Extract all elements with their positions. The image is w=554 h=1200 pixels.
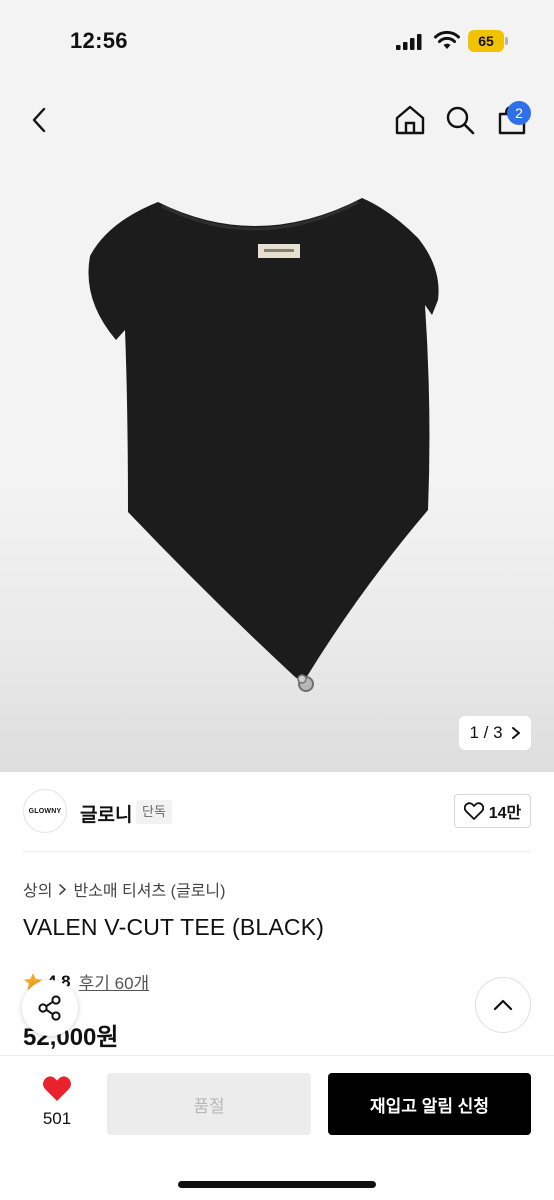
wifi-icon: [434, 30, 460, 49]
gallery-pager[interactable]: 1 / 3: [459, 716, 531, 750]
review-count-link[interactable]: 후기 60개: [79, 969, 150, 994]
chevron-left-icon: [32, 107, 46, 133]
chevron-right-icon: [511, 727, 520, 739]
product-title: VALEN V-CUT TEE (BLACK): [23, 914, 325, 940]
heart-filled-icon: [42, 1076, 72, 1101]
restock-alert-label: 재입고 알림 신청: [370, 1096, 489, 1116]
heart-outline-icon: [463, 802, 484, 820]
restock-alert-button[interactable]: 재입고 알림 신청: [328, 1073, 531, 1135]
back-button[interactable]: [18, 98, 62, 142]
breadcrumb-subcategory[interactable]: 반소매 티셔츠 (글로니): [73, 877, 225, 901]
cart-count-badge: 2: [507, 101, 531, 125]
status-bar: 12:56 65: [0, 0, 554, 80]
brand-logo-text: GLOWNY: [28, 807, 62, 815]
wish-button[interactable]: 501: [34, 1075, 80, 1129]
brand-like-button[interactable]: 14만: [454, 794, 531, 828]
breadcrumb-chevron-icon: [59, 883, 67, 895]
share-button[interactable]: [22, 980, 78, 1036]
home-button[interactable]: [388, 98, 432, 142]
home-indicator: [178, 1181, 376, 1188]
brand-logo[interactable]: GLOWNY: [23, 789, 67, 833]
gallery-page-indicator: 1 / 3: [469, 723, 503, 742]
status-time: 12:56: [70, 28, 128, 53]
search-button[interactable]: [438, 98, 482, 142]
share-icon: [38, 995, 61, 1021]
search-icon: [446, 106, 475, 135]
breadcrumb-category[interactable]: 상의: [23, 877, 52, 901]
battery-icon: 65: [468, 30, 508, 52]
battery-level: 65: [478, 33, 494, 49]
cellular-signal-icon: [396, 34, 422, 50]
brand-name[interactable]: 글로니: [80, 800, 132, 827]
scroll-to-top-button[interactable]: [475, 977, 531, 1033]
sold-out-button: 품절: [107, 1073, 311, 1135]
sold-out-label: 품절: [193, 1096, 225, 1116]
product-image[interactable]: [80, 190, 450, 705]
breadcrumb: 상의 반소매 티셔츠 (글로니): [23, 877, 225, 901]
chevron-up-icon: [493, 999, 513, 1011]
brand-like-count: 14만: [488, 805, 522, 822]
home-icon: [395, 105, 425, 135]
wish-count: 501: [42, 1109, 72, 1128]
exclusive-tag: 단독: [136, 800, 172, 824]
section-divider: [23, 851, 531, 852]
